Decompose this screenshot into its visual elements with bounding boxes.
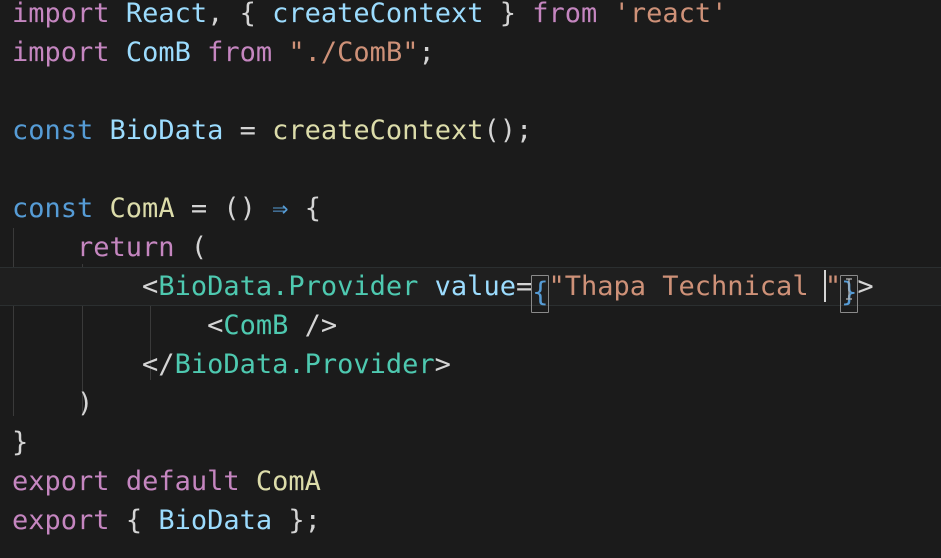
code-token: }: [499, 0, 516, 29]
code-token: ComA: [255, 466, 321, 497]
code-line[interactable]: export { BioData };: [0, 501, 941, 540]
code-token: import: [12, 0, 110, 29]
code-token: value: [434, 271, 516, 302]
code-token: =: [515, 271, 533, 302]
code-token: =: [239, 115, 256, 146]
code-token: {: [239, 0, 256, 29]
code-token: BioData: [158, 505, 273, 536]
code-token: from: [532, 0, 598, 29]
code-line[interactable]: import React, { createContext } from 're…: [0, 0, 941, 33]
code-token: ;: [304, 505, 321, 536]
code-token: React: [125, 0, 208, 29]
code-line[interactable]: import ComB from "./ComB";: [0, 33, 941, 72]
code-token: ();: [483, 115, 533, 146]
code-token: <: [142, 271, 159, 302]
code-token: {: [125, 505, 143, 536]
code-token: BioData: [109, 115, 224, 146]
code-token: ;: [418, 37, 435, 68]
code-line[interactable]: return (: [0, 228, 941, 267]
code-token: "Thapa Technical: [548, 271, 825, 302]
code-text-surface[interactable]: import React, { createContext } from 're…: [0, 0, 941, 540]
code-editor-viewport[interactable]: import React, { createContext } from 're…: [0, 0, 941, 558]
code-token: BioData.Provider: [158, 271, 419, 302]
code-token: return: [77, 232, 175, 263]
code-token: from: [207, 37, 273, 68]
code-token: default: [125, 466, 240, 497]
code-token: </: [142, 349, 175, 380]
code-token: createContext: [272, 0, 484, 29]
code-token: (: [190, 232, 208, 263]
code-token: export: [12, 505, 110, 536]
code-token: const: [12, 115, 94, 146]
code-token: ComA: [109, 193, 175, 224]
code-line[interactable]: const BioData = createContext();: [0, 111, 941, 150]
code-token: export: [12, 466, 110, 497]
code-line[interactable]: export default ComA: [0, 462, 941, 501]
code-line[interactable]: ): [0, 384, 941, 423]
code-line[interactable]: [0, 150, 941, 189]
code-token: >: [434, 349, 451, 380]
code-token: <: [207, 310, 224, 341]
code-token: ): [77, 388, 94, 419]
code-line[interactable]: <ComB />: [0, 306, 941, 345]
code-token: =: [190, 193, 208, 224]
code-line[interactable]: const ComA = () ⇒ {: [0, 189, 941, 228]
code-token: {: [304, 193, 321, 224]
code-line[interactable]: </BioData.Provider>: [0, 345, 941, 384]
code-token: ,: [207, 0, 240, 29]
code-token: createContext: [272, 115, 484, 146]
code-token: ⇒: [272, 193, 289, 224]
code-line[interactable]: [0, 72, 941, 111]
code-token: }: [12, 427, 29, 458]
code-token: "./ComB": [288, 37, 419, 68]
code-token: }: [288, 505, 305, 536]
code-token: import: [12, 37, 110, 68]
code-line[interactable]: }: [0, 423, 941, 462]
code-token: />: [304, 310, 338, 341]
code-token: 'react': [613, 0, 728, 29]
code-token: BioData.Provider: [174, 349, 435, 380]
code-token: ComB: [223, 310, 289, 341]
code-token: ComB: [125, 37, 191, 68]
code-token: const: [12, 193, 94, 224]
code-token: >: [857, 271, 874, 302]
code-token: ": [824, 271, 842, 302]
code-token: (): [223, 193, 256, 224]
code-line[interactable]: <BioData.Provider value={"Thapa Technica…: [0, 267, 941, 313]
